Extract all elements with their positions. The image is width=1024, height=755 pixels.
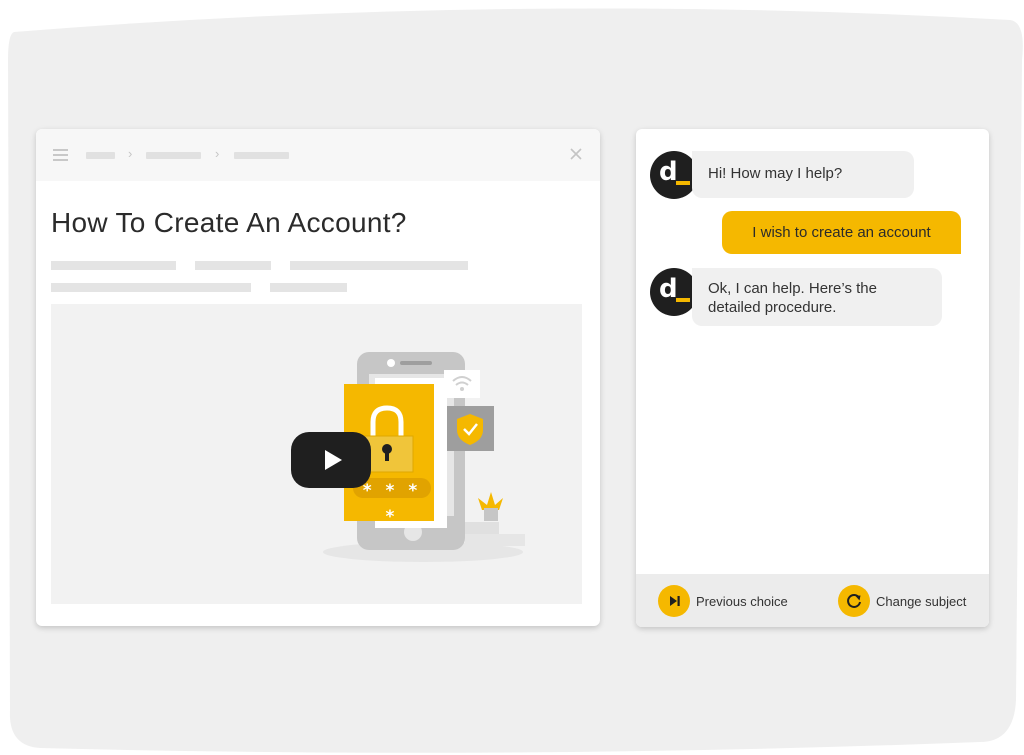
play-button[interactable] <box>291 432 371 488</box>
text-placeholder-line <box>51 261 176 270</box>
text-placeholder-line <box>51 283 251 292</box>
change-subject-button[interactable]: Change subject <box>838 585 966 617</box>
previous-choice-label: Previous choice <box>696 593 788 609</box>
article-window: › › How To Create An Account? * * * * <box>36 129 600 626</box>
avatar-cursor <box>676 298 690 302</box>
avatar-letter: d <box>659 274 678 304</box>
user-message: I wish to create an account <box>722 211 961 254</box>
bot-avatar: d <box>650 151 698 199</box>
avatar-letter: d <box>659 157 678 187</box>
play-icon <box>324 450 342 470</box>
article-title: How To Create An Account? <box>51 207 407 238</box>
chat-footer: Previous choice Change subject <box>636 574 989 627</box>
text-placeholder-line <box>290 261 468 270</box>
refresh-icon <box>838 585 870 617</box>
bot-message: Hi! How may I help? <box>692 151 914 198</box>
video-player[interactable]: * * * * <box>51 304 582 604</box>
breadcrumb-item[interactable] <box>86 152 115 159</box>
breadcrumb-item[interactable] <box>234 152 289 159</box>
hamburger-menu-icon[interactable] <box>53 149 68 161</box>
close-icon[interactable] <box>570 148 582 160</box>
chevron-right-icon: › <box>215 146 220 161</box>
breadcrumb-item[interactable] <box>146 152 201 159</box>
avatar-cursor <box>676 181 690 185</box>
change-subject-label: Change subject <box>876 593 967 609</box>
previous-choice-button[interactable]: Previous choice <box>658 585 788 617</box>
bot-message: Ok, I can help. Here’s the detailed proc… <box>692 268 942 326</box>
text-placeholder-line <box>195 261 271 270</box>
text-placeholder-line <box>270 283 347 292</box>
window-toolbar: › › <box>36 129 600 181</box>
chevron-right-icon: › <box>128 146 133 161</box>
bot-avatar: d <box>650 268 698 316</box>
chatbot-window: d Hi! How may I help? I wish to create a… <box>636 129 989 627</box>
skip-next-icon <box>658 585 690 617</box>
